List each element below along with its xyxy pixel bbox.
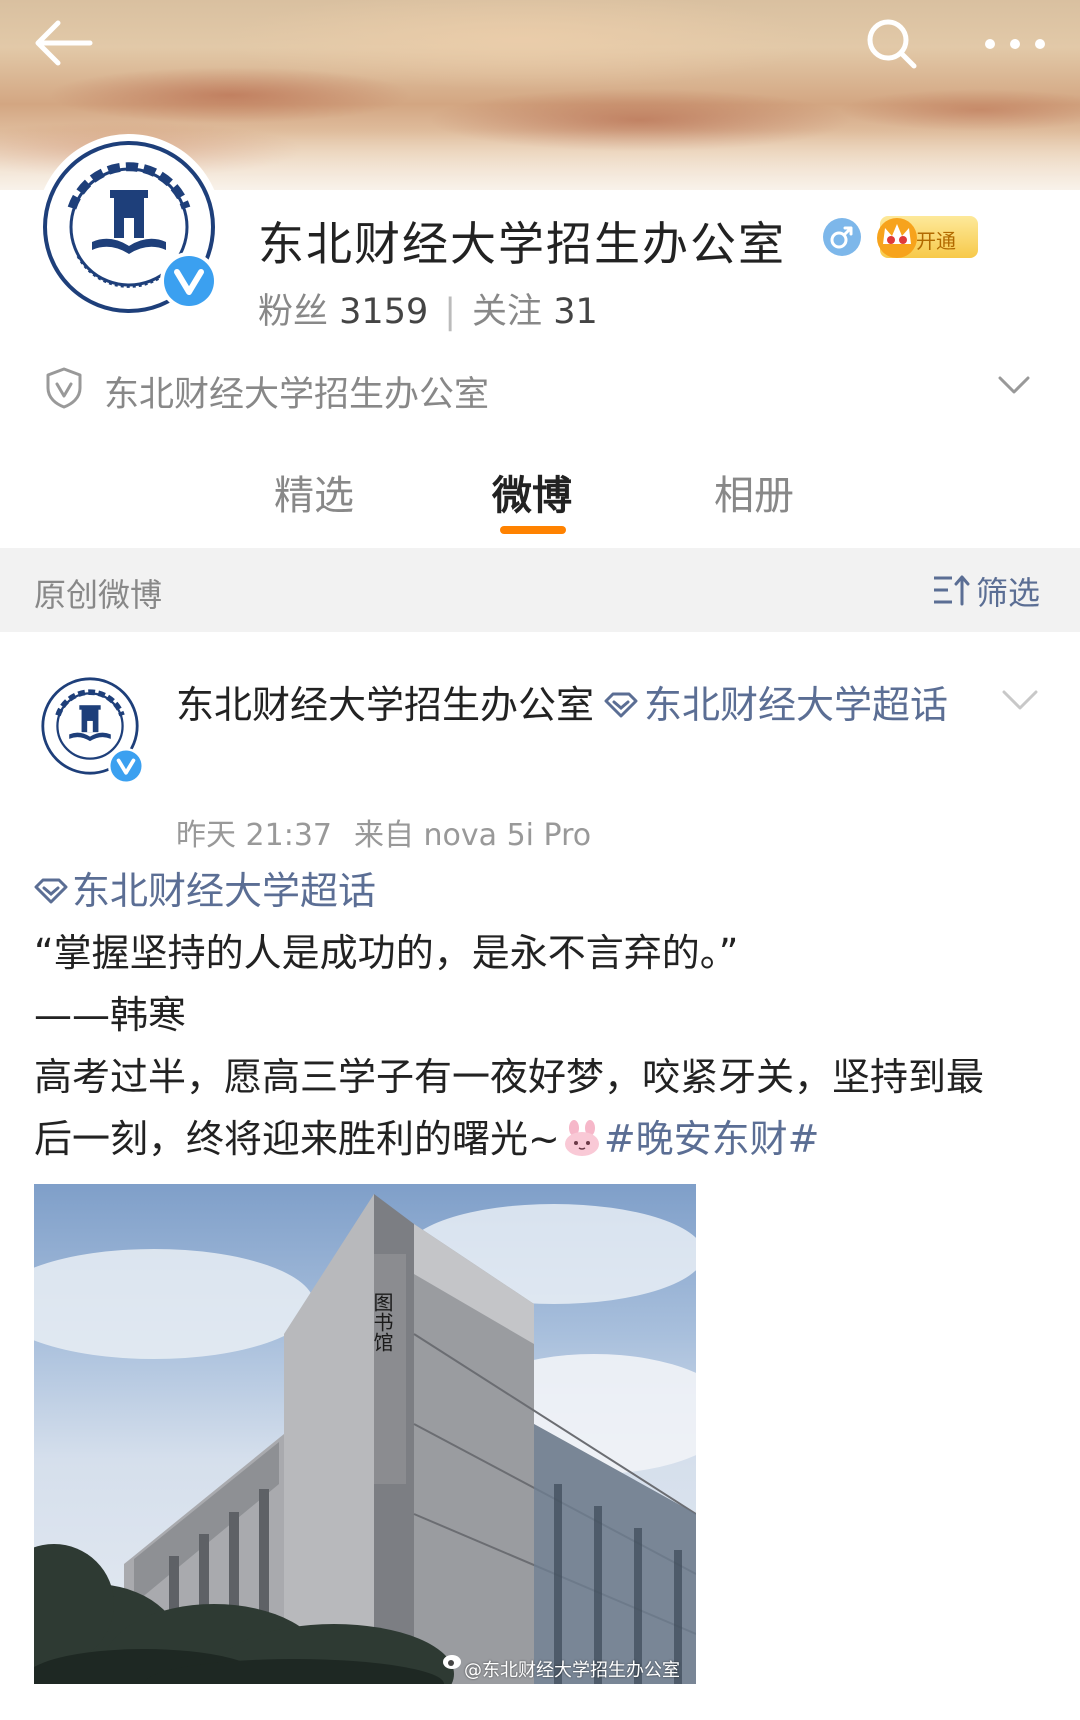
- post-text-line-2-wrap: 后一刻，终将迎来胜利的曙光~ #晚安东财#: [34, 1108, 1044, 1170]
- verified-badge: [160, 252, 218, 310]
- shield-icon: [46, 367, 82, 409]
- tab-album[interactable]: 相册: [714, 463, 794, 521]
- back-arrow-icon[interactable]: [30, 18, 96, 68]
- post-source: 来自 nova 5i Pro: [354, 818, 592, 853]
- bunny-emoji-icon: [564, 1119, 599, 1156]
- post-quote: “掌握坚持的人是成功的，是永不言弃的。”: [34, 931, 739, 975]
- post-photo[interactable]: 图书馆: [34, 1184, 696, 1684]
- fans-link[interactable]: 粉丝 3159: [258, 292, 428, 332]
- verified-icon: [164, 256, 214, 306]
- vip-open-button[interactable]: 开通: [877, 216, 978, 258]
- post-attribution: ——韩寒: [34, 993, 187, 1037]
- post-menu-chevron-icon[interactable]: [1000, 686, 1040, 714]
- post-text-line-1: 高考过半，愿高三学子有一夜好梦，咬紧牙关，坚持到最: [34, 1055, 985, 1099]
- more-icon[interactable]: [980, 24, 1050, 64]
- follow-stats: 粉丝 3159 | 关注 31: [258, 283, 598, 334]
- post-author-name[interactable]: 东北财经大学招生办公室: [176, 683, 594, 727]
- search-icon[interactable]: [864, 16, 920, 72]
- certification-text: 东北财经大学招生办公室: [104, 375, 490, 415]
- follow-count: 31: [553, 292, 598, 332]
- follow-link[interactable]: 关注 31: [472, 292, 598, 332]
- tab-featured[interactable]: 精选: [274, 463, 354, 521]
- post-body: 东北财经大学超话 “掌握坚持的人是成功的，是永不言弃的。” ——韩寒 高考过半，…: [34, 860, 1044, 1170]
- image-watermark: @东北财经大学招生办公室: [464, 1660, 680, 1681]
- weibo-icon: [443, 1655, 461, 1669]
- diamond-icon: [34, 878, 68, 903]
- hashtag-link[interactable]: #晚安东财#: [604, 1117, 820, 1161]
- post-verified-badge: [108, 748, 144, 784]
- body-topic-link[interactable]: 东北财经大学超话: [34, 860, 1044, 922]
- verified-icon: [110, 750, 142, 782]
- post-meta: 昨天 21:37 来自 nova 5i Pro: [176, 810, 591, 854]
- certification-row[interactable]: 东北财经大学招生办公室: [44, 362, 1044, 415]
- stats-separator: |: [444, 292, 457, 332]
- post-text-line-2: 后一刻，终将迎来胜利的曙光~: [34, 1117, 560, 1161]
- supertopic-link[interactable]: 东北财经大学超话: [644, 683, 948, 727]
- filter-label: 筛选: [976, 574, 1041, 612]
- fans-count: 3159: [339, 292, 429, 332]
- library-building-image: 图书馆: [34, 1194, 696, 1684]
- post-time: 昨天 21:37: [176, 818, 332, 853]
- vip-label: 开通: [916, 229, 956, 253]
- diamond-icon: [604, 692, 638, 717]
- tab-weibo[interactable]: 微博: [492, 463, 572, 521]
- post-header: 东北财经大学招生办公室 东北财经大学超话: [176, 674, 976, 736]
- filter-bar: 原创微博 筛选: [0, 548, 1080, 632]
- active-tab-indicator: [500, 526, 566, 534]
- chevron-down-icon[interactable]: [994, 370, 1034, 400]
- building-sign: 图书馆: [370, 1292, 394, 1352]
- vip-crown-icon: [877, 218, 917, 258]
- filter-icon: [934, 575, 970, 606]
- profile-name: 东北财经大学招生办公室: [258, 217, 786, 271]
- male-icon: [823, 218, 861, 256]
- filter-title: 原创微博: [34, 576, 163, 614]
